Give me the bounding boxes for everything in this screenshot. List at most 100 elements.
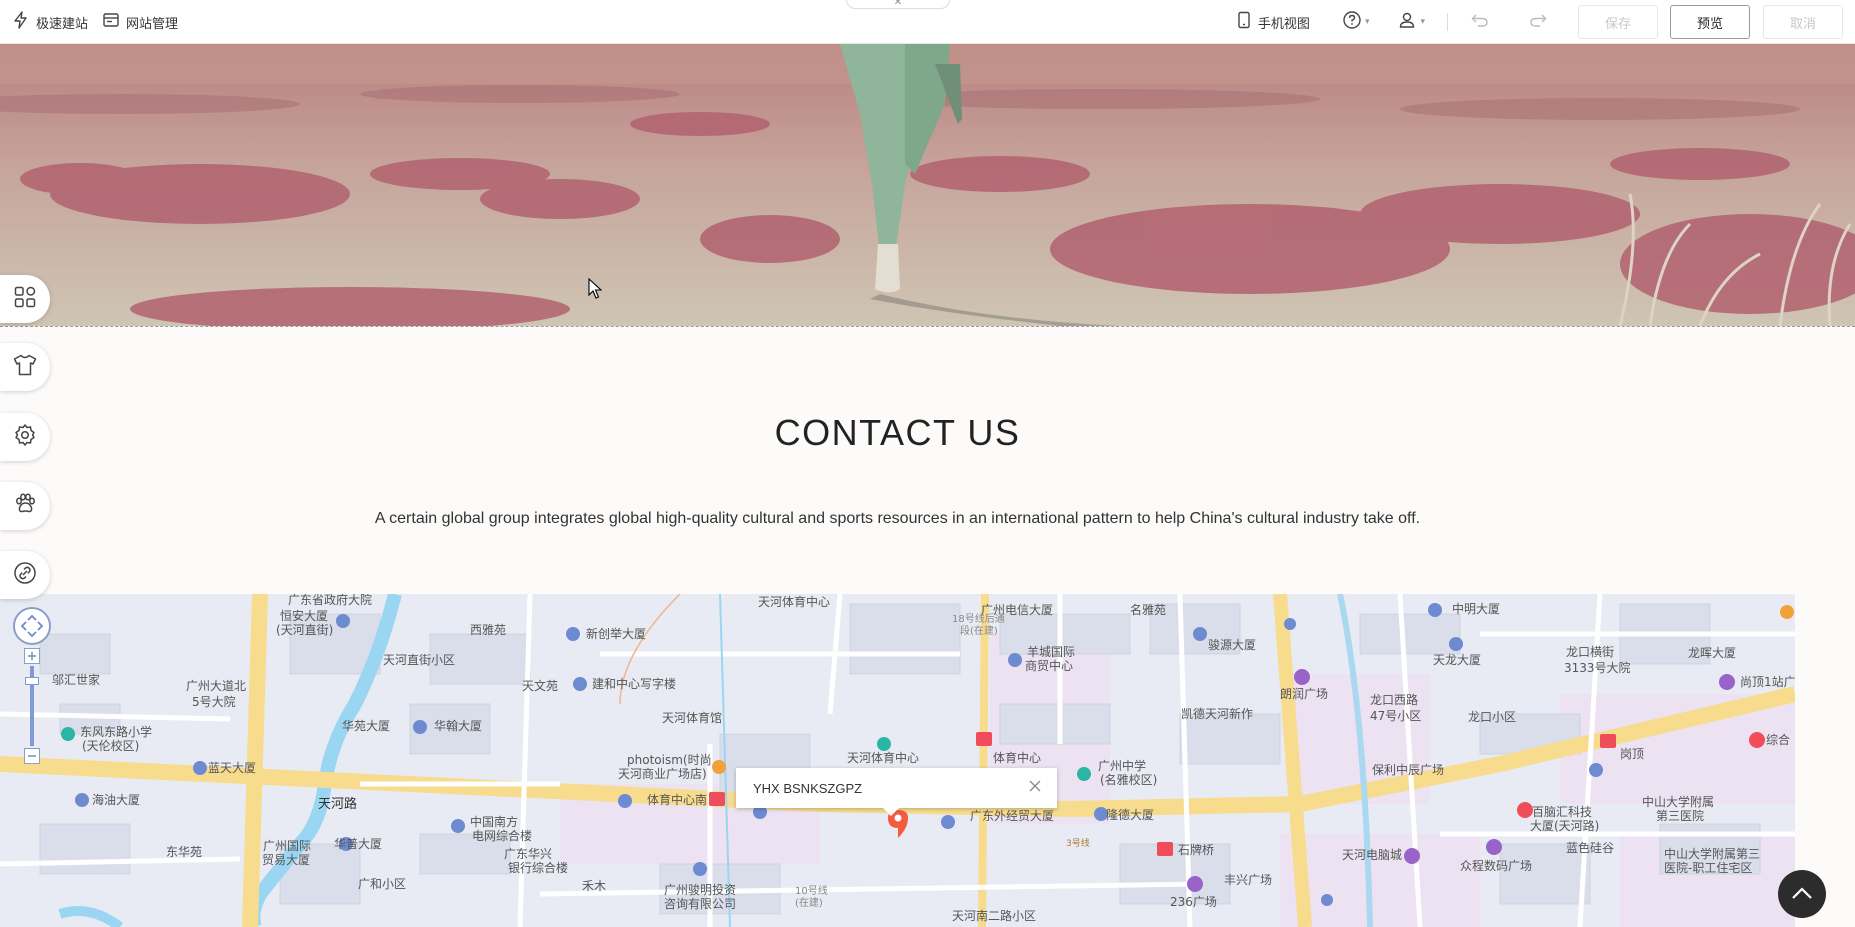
svg-text:236广场: 236广场: [1170, 895, 1217, 909]
toolbar-divider: [1447, 13, 1448, 31]
svg-text:禾木: 禾木: [582, 879, 606, 893]
svg-text:隆德大厦: 隆德大厦: [1106, 807, 1154, 822]
mouse-cursor-icon: [588, 277, 603, 304]
svg-text:广州国际: 广州国际: [263, 839, 311, 853]
svg-text:众程数码广场: 众程数码广场: [1460, 858, 1532, 873]
svg-text:朗润广场: 朗润广场: [1280, 687, 1328, 701]
svg-text:广东华兴: 广东华兴: [504, 847, 552, 861]
undo-button[interactable]: [1470, 11, 1490, 33]
svg-text:天河体育馆: 天河体育馆: [662, 710, 722, 725]
help-circle-icon: [1342, 10, 1362, 34]
map-zoom-out-button[interactable]: [24, 748, 40, 768]
svg-text:天河南二路小区: 天河南二路小区: [952, 908, 1036, 923]
svg-text:(在建): (在建): [795, 896, 823, 909]
svg-text:海油大厦: 海油大厦: [92, 792, 140, 807]
svg-text:天文苑: 天文苑: [522, 678, 558, 693]
map-info-window: YHX BSNKSZGPZ: [736, 768, 1057, 816]
save-button[interactable]: 保存: [1578, 5, 1658, 39]
close-icon: ✕: [893, 0, 903, 8]
svg-text:电网综合楼: 电网综合楼: [472, 828, 532, 843]
cancel-button[interactable]: 取消: [1763, 5, 1843, 39]
svg-text:47号小区: 47号小区: [1370, 709, 1421, 723]
svg-text:名雅苑: 名雅苑: [1130, 602, 1166, 617]
map-pan-control[interactable]: [12, 606, 52, 650]
redo-icon: [1528, 11, 1548, 33]
side-theme-button[interactable]: [0, 343, 50, 391]
map-info-title: YHX BSNKSZGPZ: [753, 780, 863, 796]
svg-text:(天伦校区): (天伦校区): [82, 738, 139, 753]
svg-text:蓝色硅谷: 蓝色硅谷: [1566, 841, 1614, 855]
user-icon: [1397, 10, 1417, 34]
svg-text:体育中心南: 体育中心南: [647, 792, 707, 807]
tshirt-icon: [12, 353, 38, 381]
svg-text:体育中心: 体育中心: [993, 750, 1041, 765]
site-manage-button[interactable]: 网站管理: [102, 11, 178, 33]
svg-text:中明大厦: 中明大厦: [1452, 601, 1500, 616]
svg-text:广州中学: 广州中学: [1098, 758, 1146, 773]
site-manage-label: 网站管理: [126, 16, 179, 32]
svg-text:蓝天大厦: 蓝天大厦: [208, 761, 256, 775]
gear-icon: [13, 423, 37, 451]
svg-text:凯德天河新作: 凯德天河新作: [1181, 706, 1253, 721]
svg-text:恒安大厦: 恒安大厦: [280, 608, 328, 623]
quick-build-button[interactable]: 极速建站: [12, 11, 88, 33]
map-embed[interactable]: 天河体育中心 广州电信大厦 名雅苑 中明大厦 龙口横街 3133号大院 龙晖大厦 广东省政府…: [0, 594, 1795, 927]
close-icon[interactable]: [1029, 780, 1041, 796]
toolbar-left: 极速建站 网站管理: [12, 0, 178, 44]
svg-text:新创举大厦: 新创举大厦: [586, 626, 646, 641]
collapse-toolbar-handle[interactable]: ✕: [846, 0, 950, 9]
chevron-down-icon: ▾: [1364, 17, 1370, 27]
back-to-top-button[interactable]: [1778, 870, 1826, 918]
link-icon: [13, 561, 37, 589]
svg-text:龙口横街: 龙口横街: [1566, 645, 1614, 659]
svg-text:中国南方: 中国南方: [470, 814, 518, 829]
svg-text:东风东路小学: 东风东路小学: [80, 724, 152, 739]
side-pet-plugin-button[interactable]: [0, 482, 50, 530]
svg-text:龙口小区: 龙口小区: [1468, 710, 1516, 724]
svg-text:(名雅校区): (名雅校区): [1100, 772, 1157, 787]
mobile-phone-icon: [1236, 11, 1252, 33]
svg-text:骏源大厦: 骏源大厦: [1208, 638, 1256, 652]
svg-text:银行综合楼: 银行综合楼: [508, 860, 568, 875]
user-menu-button[interactable]: ▾: [1397, 10, 1425, 34]
svg-text:广州骏明投资: 广州骏明投资: [664, 882, 736, 897]
side-apps-button[interactable]: [0, 275, 50, 323]
svg-text:医院-职工住宅区: 医院-职工住宅区: [1664, 860, 1752, 875]
svg-text:天河电脑城: 天河电脑城: [1342, 848, 1402, 862]
svg-text:石牌桥: 石牌桥: [1178, 843, 1214, 857]
side-settings-button[interactable]: [0, 413, 50, 461]
svg-text:中山大学附属第三: 中山大学附属第三: [1664, 846, 1760, 861]
svg-text:第三医院: 第三医院: [1656, 809, 1704, 823]
chevron-down-icon: ▾: [1420, 17, 1425, 27]
map-zoom-in-button[interactable]: [24, 648, 40, 668]
undo-icon: [1470, 11, 1490, 33]
svg-text:商贸中心: 商贸中心: [1025, 658, 1073, 673]
svg-text:广东省政府大院: 广东省政府大院: [288, 594, 372, 607]
help-menu-button[interactable]: ▾: [1342, 10, 1370, 34]
svg-text:天河商业广场店): 天河商业广场店): [618, 766, 707, 781]
map-zoom-handle[interactable]: [25, 670, 39, 689]
contact-description: A certain global group integrates global…: [374, 510, 1421, 527]
preview-button[interactable]: 预览: [1670, 5, 1750, 39]
side-link-button[interactable]: [0, 551, 50, 599]
svg-text:华普大厦: 华普大厦: [334, 837, 382, 851]
mobile-view-button[interactable]: 手机视图: [1236, 11, 1310, 33]
svg-text:18号线后通: 18号线后通: [952, 612, 1005, 625]
toolbar-right: 手机视图 ▾ ▾ 保存 预览 取消: [1236, 0, 1843, 44]
svg-text:华翰大厦: 华翰大厦: [434, 718, 482, 733]
svg-text:3133号大院: 3133号大院: [1564, 661, 1631, 675]
svg-text:丰兴广场: 丰兴广场: [1224, 873, 1272, 887]
svg-text:广州大道北: 广州大道北: [186, 679, 246, 693]
lightning-icon: [12, 11, 30, 33]
paw-icon: [13, 492, 37, 520]
svg-text:西雅苑: 西雅苑: [470, 622, 506, 637]
svg-text:咨询有限公司: 咨询有限公司: [664, 896, 736, 911]
redo-button[interactable]: [1528, 11, 1548, 33]
svg-text:羊城国际: 羊城国际: [1027, 644, 1075, 659]
svg-text:龙晖大厦: 龙晖大厦: [1688, 646, 1736, 660]
hero-banner-image[interactable]: [0, 44, 1855, 327]
svg-text:龙口西路: 龙口西路: [1370, 692, 1418, 707]
svg-text:天河路: 天河路: [318, 796, 357, 812]
svg-text:华苑大厦: 华苑大厦: [342, 719, 390, 733]
svg-text:5号大院: 5号大院: [192, 695, 236, 709]
